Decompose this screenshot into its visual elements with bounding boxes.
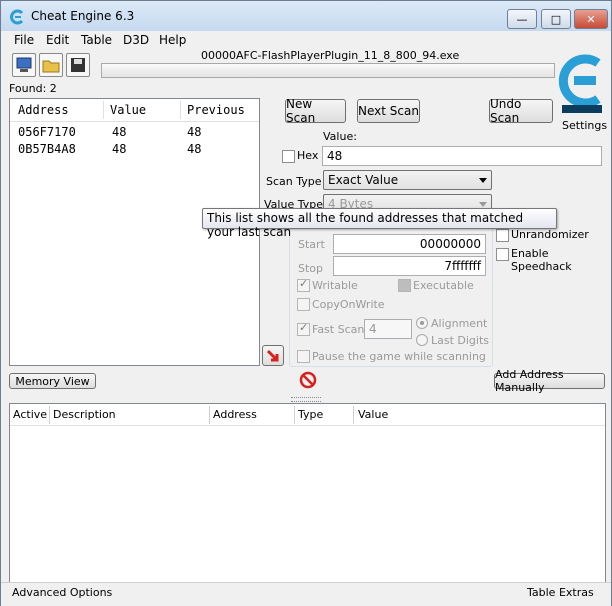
enable-speedhack-label: Enable Speedhack [511, 247, 572, 273]
column-divider [294, 406, 295, 424]
pause-game-label: Pause the game while scanning [312, 350, 486, 363]
settings-label[interactable]: Settings [562, 119, 607, 132]
computer-icon [16, 57, 32, 72]
alignment-label: Alignment [431, 317, 488, 330]
chevron-down-icon [479, 202, 487, 207]
advanced-options-link[interactable]: Advanced Options [12, 586, 112, 599]
scan-value-input[interactable]: 48 [322, 146, 602, 166]
copy-on-write-label: CopyOnWrite [312, 298, 385, 311]
scan-progress-bar [101, 63, 555, 78]
save-button[interactable] [66, 53, 90, 77]
previous-cell: 48 [187, 142, 202, 156]
menu-d3d[interactable]: D3D [123, 33, 149, 47]
cheat-engine-app-icon [10, 9, 24, 25]
floppy-disk-icon [71, 58, 85, 72]
scan-type-value: Exact Value [328, 173, 399, 187]
undo-scan-button[interactable]: Undo Scan [489, 97, 553, 125]
menu-edit[interactable]: Edit [46, 33, 69, 47]
select-process-button[interactable] [12, 53, 36, 77]
address-cell: 056F7170 [18, 125, 76, 139]
column-address[interactable]: Address [18, 103, 69, 117]
executable-label: Executable [413, 279, 474, 292]
no-entry-icon [299, 371, 317, 389]
open-file-button[interactable] [39, 53, 63, 77]
column-description[interactable]: Description [53, 408, 116, 421]
menu-file[interactable]: File [14, 33, 34, 47]
scan-type-select[interactable]: Exact Value [323, 170, 492, 190]
add-selected-to-list-button[interactable] [262, 345, 284, 366]
table-header-divider [10, 425, 605, 426]
scan-type-label: Scan Type [266, 175, 322, 188]
executable-checkbox[interactable] [398, 279, 411, 292]
last-digits-radio[interactable] [416, 334, 428, 346]
found-count: Found: 2 [9, 82, 57, 95]
value-cell: 48 [112, 142, 127, 156]
process-name: 00000AFC-FlashPlayerPlugin_11_8_800_94.e… [201, 49, 460, 62]
fast-scan-checkbox[interactable] [297, 321, 310, 336]
alignment-radio[interactable] [416, 317, 428, 329]
column-divider [103, 101, 104, 119]
cheat-engine-logo-icon[interactable] [554, 49, 608, 119]
value-label: Value: [323, 130, 357, 143]
unrandomizer-checkbox[interactable] [496, 229, 509, 242]
address-table[interactable]: Active Description Address Type Value [9, 403, 606, 583]
next-scan-button[interactable]: Next Scan [357, 99, 420, 123]
hex-checkbox[interactable] [282, 150, 295, 163]
cheat-engine-window: Cheat Engine 6.3 — □ ✕ File Edit Table D… [0, 0, 612, 606]
menu-bar: File Edit Table D3D Help [1, 31, 611, 49]
column-value[interactable]: Value [358, 408, 388, 421]
column-previous[interactable]: Previous [187, 103, 245, 117]
stop-label: Stop [298, 262, 324, 275]
value-cell: 48 [112, 125, 127, 139]
writable-label: Writable [312, 279, 358, 292]
fast-scan-input[interactable]: 4 [364, 319, 412, 339]
address-cell: 0B57B4A8 [18, 142, 76, 156]
column-divider [209, 406, 210, 424]
unrandomizer-label: Unrandomizer [511, 228, 589, 241]
found-list-header: Address Value Previous [10, 99, 259, 122]
list-item[interactable]: 056F7170 48 48 [10, 124, 259, 141]
folder-open-icon [42, 60, 60, 73]
status-bar: Advanced Options Table Extras [1, 582, 611, 606]
found-list-tooltip: This list shows all the found addresses … [202, 208, 557, 239]
memory-view-button[interactable]: Memory View [9, 373, 96, 389]
table-extras-link[interactable]: Table Extras [527, 586, 594, 599]
column-address[interactable]: Address [213, 408, 257, 421]
start-address-input[interactable]: 00000000 [333, 234, 486, 254]
fast-scan-label: Fast Scan [312, 323, 365, 336]
last-digits-label: Last Digits [431, 334, 490, 347]
column-divider [49, 406, 50, 424]
copy-on-write-checkbox[interactable] [297, 298, 310, 311]
pause-game-checkbox[interactable] [297, 350, 310, 363]
panel-splitter[interactable] [291, 397, 321, 402]
writable-checkbox[interactable] [297, 277, 310, 292]
previous-cell: 48 [187, 125, 202, 139]
minimize-button[interactable]: — [507, 9, 537, 29]
start-label: Start [298, 238, 325, 251]
menu-table[interactable]: Table [81, 33, 112, 47]
title-bar: Cheat Engine 6.3 — □ ✕ [1, 1, 611, 31]
column-active[interactable]: Active [13, 408, 47, 421]
add-address-manually-button[interactable]: Add Address Manually [494, 368, 605, 394]
stop-address-input[interactable]: 7fffffff [333, 256, 486, 276]
column-divider [180, 101, 181, 119]
column-divider [353, 406, 354, 424]
new-scan-button[interactable]: New Scan [285, 97, 346, 125]
window-title: Cheat Engine 6.3 [31, 9, 135, 23]
column-type[interactable]: Type [298, 408, 323, 421]
red-arrow-icon [266, 349, 279, 361]
menu-help[interactable]: Help [159, 33, 186, 47]
column-value[interactable]: Value [110, 103, 146, 117]
enable-speedhack-checkbox[interactable] [496, 248, 509, 261]
list-item[interactable]: 0B57B4A8 48 48 [10, 141, 259, 158]
maximize-button[interactable]: □ [541, 9, 571, 29]
hex-label: Hex [297, 149, 319, 162]
clear-list-button[interactable] [298, 371, 318, 389]
chevron-down-icon [479, 178, 487, 183]
close-button[interactable]: ✕ [574, 9, 608, 29]
